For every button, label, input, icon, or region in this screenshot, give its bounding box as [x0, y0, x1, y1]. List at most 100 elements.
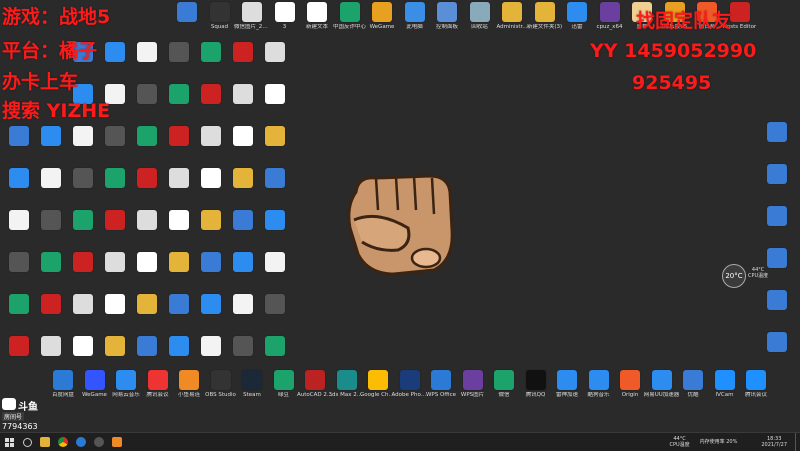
desktop-icon[interactable]: [226, 126, 260, 164]
taskbar-app-button[interactable]: [108, 433, 126, 451]
desktop-icon[interactable]: [162, 42, 196, 80]
desktop-icon[interactable]: [66, 252, 100, 290]
desktop-icon[interactable]: [162, 252, 196, 290]
desktop-icon[interactable]: 微信图片_2021071...: [234, 2, 270, 40]
taskbar-edge-button[interactable]: [72, 433, 90, 451]
desktop-icon[interactable]: [226, 84, 260, 122]
dock-app-icon[interactable]: 网易UU加速器: [644, 370, 679, 408]
dock-app-icon[interactable]: Google Chrome: [360, 370, 396, 408]
desktop-icon[interactable]: [258, 168, 292, 206]
desktop-icon[interactable]: [760, 290, 794, 328]
desktop-icon[interactable]: [226, 252, 260, 290]
dock-app-icon[interactable]: 绿豆: [267, 370, 301, 408]
desktop-icon[interactable]: 新建文件夹(3): [527, 2, 562, 40]
dock-app-icon[interactable]: OBS Studio: [204, 370, 238, 408]
dock-app-icon[interactable]: 网易云音乐: [109, 370, 143, 408]
desktop-icon[interactable]: [226, 210, 260, 248]
desktop-icon[interactable]: [194, 42, 228, 80]
desktop-icon[interactable]: [34, 294, 68, 332]
desktop-icon[interactable]: [130, 252, 164, 290]
desktop-icon[interactable]: [194, 84, 228, 122]
desktop-icon[interactable]: [34, 210, 68, 248]
desktop-icon[interactable]: 新建文本: [300, 2, 334, 40]
dock-app-icon[interactable]: 腾讯会议: [141, 370, 175, 408]
desktop-icon[interactable]: [258, 336, 292, 374]
desktop-icon[interactable]: [258, 84, 292, 122]
dock-app-icon[interactable]: 雷神加速: [550, 370, 584, 408]
desktop-icon[interactable]: [162, 294, 196, 332]
desktop-icon[interactable]: cpuz_x64: [593, 2, 627, 40]
desktop-icon[interactable]: [66, 168, 100, 206]
taskbar-explorer-button[interactable]: [36, 433, 54, 451]
dock-app-icon[interactable]: 优酷: [676, 370, 710, 408]
desktop-icon[interactable]: [34, 252, 68, 290]
dock-app-icon[interactable]: 微信: [487, 370, 521, 408]
desktop-icon[interactable]: [34, 168, 68, 206]
desktop-icon[interactable]: [258, 42, 292, 80]
start-button[interactable]: [0, 433, 18, 451]
desktop-icon[interactable]: [130, 294, 164, 332]
desktop-icon[interactable]: [130, 84, 164, 122]
desktop-icon[interactable]: [162, 168, 196, 206]
desktop-icon[interactable]: [2, 294, 36, 332]
desktop-icon[interactable]: [194, 336, 228, 374]
desktop-icon[interactable]: [66, 336, 100, 374]
desktop-icon[interactable]: [34, 336, 68, 374]
desktop-icon[interactable]: [98, 42, 132, 80]
dock-app-icon[interactable]: Origin: [613, 370, 647, 408]
desktop-icon[interactable]: [98, 294, 132, 332]
desktop-icon[interactable]: [130, 126, 164, 164]
dock-app-icon[interactable]: IVCam: [708, 370, 742, 408]
desktop-icon[interactable]: [130, 336, 164, 374]
desktop-icon[interactable]: [760, 164, 794, 202]
taskbar-search-button[interactable]: [18, 433, 36, 451]
taskbar-obs-button[interactable]: [90, 433, 108, 451]
dock-app-icon[interactable]: WPS Office: [424, 370, 458, 408]
desktop-icon[interactable]: [66, 126, 100, 164]
desktop-icon[interactable]: [66, 210, 100, 248]
desktop-icon[interactable]: [2, 168, 36, 206]
desktop-icon[interactable]: 3: [268, 2, 302, 40]
desktop-icon[interactable]: [760, 332, 794, 370]
desktop-icon[interactable]: Squad: [203, 2, 237, 40]
desktop-icon[interactable]: [258, 252, 292, 290]
desktop-icon[interactable]: [162, 336, 196, 374]
dock-app-icon[interactable]: 酷狗音乐: [582, 370, 616, 408]
desktop-icon[interactable]: [2, 210, 36, 248]
desktop-icon[interactable]: [162, 210, 196, 248]
desktop-icon[interactable]: [194, 126, 228, 164]
desktop-icon[interactable]: [226, 294, 260, 332]
desktop-icon[interactable]: [98, 252, 132, 290]
desktop-icon[interactable]: [170, 2, 204, 40]
desktop-icon[interactable]: [760, 206, 794, 244]
desktop-icon[interactable]: 中国反诈中心: [333, 2, 367, 40]
tray-clock[interactable]: 18:33 2021/7/27: [761, 436, 787, 448]
dock-app-icon[interactable]: WPS图片: [456, 370, 490, 408]
desktop-icon[interactable]: [194, 252, 228, 290]
desktop-icon[interactable]: [98, 210, 132, 248]
desktop-icon[interactable]: [2, 336, 36, 374]
desktop-icon[interactable]: [226, 42, 260, 80]
desktop-icon[interactable]: [162, 126, 196, 164]
desktop-icon[interactable]: [760, 122, 794, 160]
desktop-icon[interactable]: [130, 168, 164, 206]
desktop-icon[interactable]: [98, 336, 132, 374]
desktop-icon[interactable]: [194, 210, 228, 248]
taskbar-chrome-button[interactable]: [54, 433, 72, 451]
dock-app-icon[interactable]: Adobe Photoshop: [392, 370, 428, 408]
dock-app-icon[interactable]: 腾讯会议: [739, 370, 773, 408]
desktop-icon[interactable]: 回收站: [463, 2, 497, 40]
desktop-icon[interactable]: [2, 126, 36, 164]
dock-app-icon[interactable]: 小鱼易连: [172, 370, 206, 408]
desktop-icon[interactable]: 此电脑: [398, 2, 432, 40]
dock-app-icon[interactable]: 腾讯QQ: [519, 370, 553, 408]
desktop-icon[interactable]: [130, 210, 164, 248]
dock-app-icon[interactable]: Steam: [235, 370, 269, 408]
desktop-icon[interactable]: [194, 294, 228, 332]
desktop-icon[interactable]: [34, 126, 68, 164]
desktop-icon[interactable]: [98, 168, 132, 206]
desktop-icon[interactable]: 控制面板: [430, 2, 464, 40]
desktop-icon[interactable]: [258, 126, 292, 164]
desktop-icon[interactable]: [162, 84, 196, 122]
desktop-icon[interactable]: [98, 126, 132, 164]
